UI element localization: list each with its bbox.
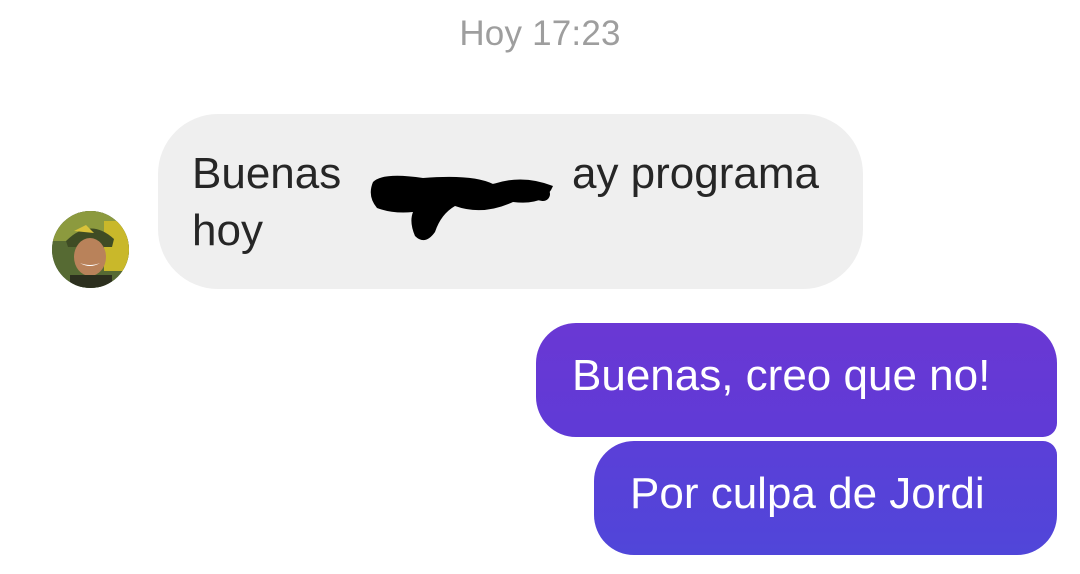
avatar-photo-icon — [52, 211, 129, 288]
incoming-message-text-continued: ay programa — [571, 149, 819, 198]
outgoing-message-text: Por culpa de Jordi — [630, 469, 985, 518]
outgoing-message-text: Buenas, creo que no! — [572, 351, 991, 400]
outgoing-message-bubble[interactable]: Por culpa de Jordi — [594, 441, 1057, 555]
message-timestamp: Hoy 17:23 — [459, 14, 621, 53]
incoming-message-bubble[interactable]: Buenas ay programa hoy — [158, 114, 863, 289]
incoming-message-text-line2: hoy — [192, 206, 263, 255]
incoming-message-text: Buenas — [192, 149, 342, 198]
redaction-scribble — [370, 175, 553, 241]
sender-avatar[interactable] — [52, 211, 129, 288]
outgoing-message-bubble[interactable]: Buenas, creo que no! — [536, 323, 1057, 437]
